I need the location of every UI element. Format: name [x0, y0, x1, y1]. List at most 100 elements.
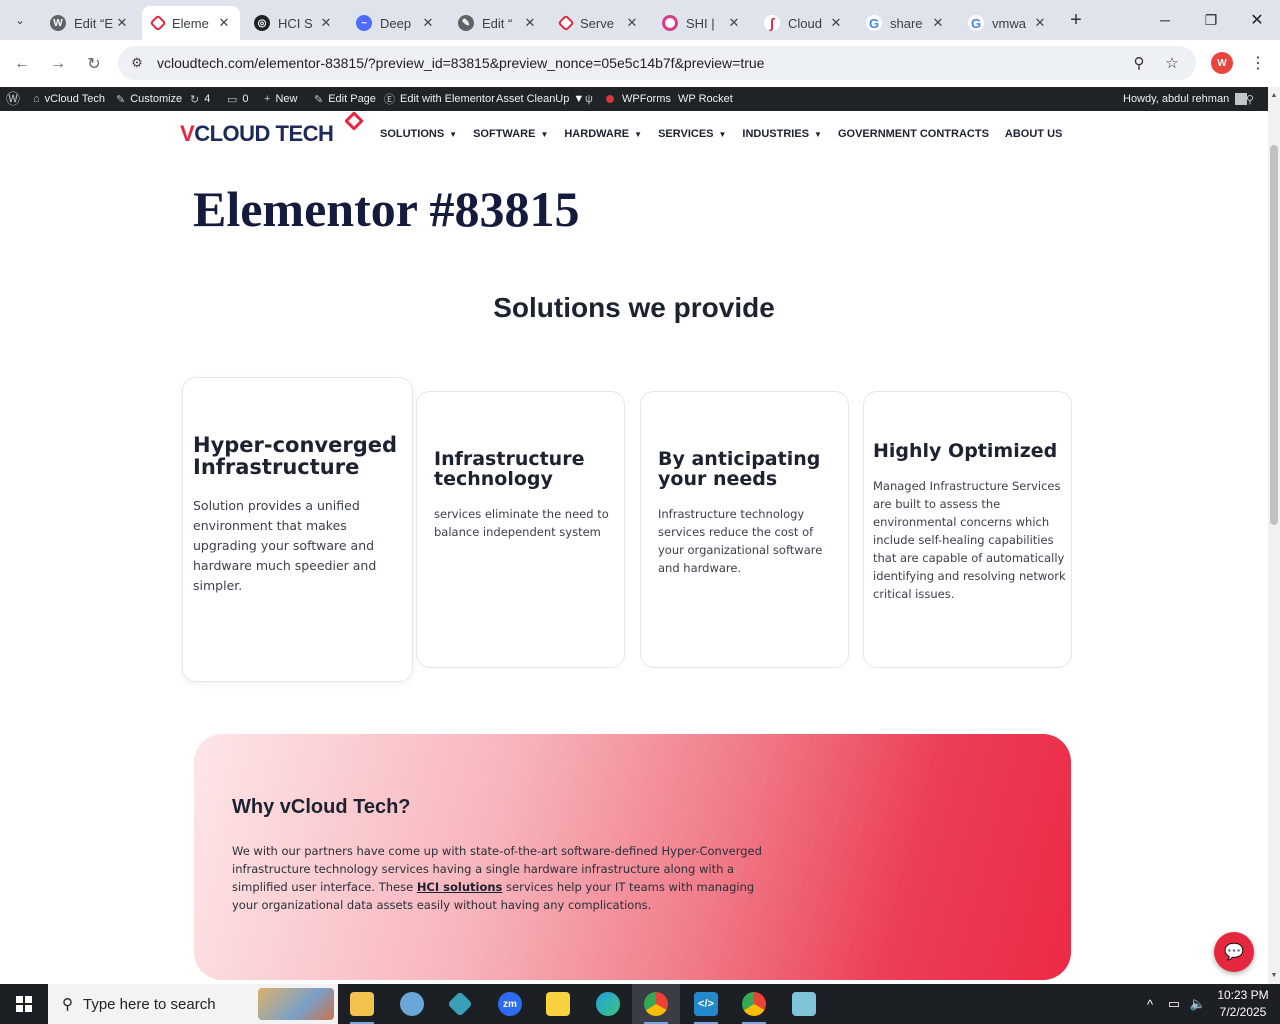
tab-search-chevron-icon[interactable]: ⌄ — [8, 8, 32, 32]
chrome-icon[interactable] — [730, 984, 778, 1024]
site-info-icon[interactable]: ⚙ — [128, 54, 146, 72]
browser-tab[interactable]: ◎ HCI S ✕ — [244, 6, 342, 40]
browser-tab[interactable]: G vmwa ✕ — [958, 6, 1056, 40]
site-logo[interactable]: V CLOUD TECH — [180, 120, 334, 148]
file-explorer-icon[interactable] — [338, 984, 386, 1024]
notepad-icon[interactable] — [780, 984, 828, 1024]
close-icon[interactable]: ✕ — [318, 15, 334, 31]
admin-wpforms-link[interactable]: WPForms — [606, 87, 671, 111]
scroll-thumb[interactable] — [1270, 145, 1278, 525]
wordpress-icon: W — [50, 15, 66, 31]
network-icon[interactable]: ▭ — [1164, 984, 1184, 1024]
admin-customize-link[interactable]: ✎ Customize — [116, 87, 182, 111]
browser-tab[interactable]: ~ Deep ✕ — [346, 6, 444, 40]
edge-icon[interactable] — [584, 984, 632, 1024]
close-icon[interactable]: ✕ — [420, 15, 436, 31]
admin-comments-link[interactable]: ▭ 0 — [227, 87, 249, 111]
address-bar[interactable]: ⚙ vcloudtech.com/elementor-83815/?previe… — [118, 46, 1196, 80]
browser-tab[interactable]: ∫ Cloud ✕ — [754, 6, 852, 40]
zoom-icon[interactable]: ⚲ — [1129, 53, 1149, 73]
close-icon[interactable]: ✕ — [114, 15, 130, 31]
tab-title: Eleme — [172, 15, 209, 31]
vscode-icon[interactable]: </> — [682, 984, 730, 1024]
admin-updates-link[interactable]: ↻ 4 — [190, 87, 210, 111]
start-button[interactable] — [0, 984, 48, 1024]
nav-item-software[interactable]: SOFTWARE ▼ — [473, 128, 548, 140]
page-scrollbar[interactable]: ▲ ▼ — [1268, 87, 1280, 984]
nav-item-about-us[interactable]: ABOUT US — [1005, 128, 1062, 140]
browser-tab[interactable]: Serve ✕ — [550, 6, 648, 40]
restore-icon[interactable]: ❐ — [1188, 0, 1234, 40]
nav-item-solutions[interactable]: SOLUTIONS ▼ — [380, 128, 457, 140]
caret-down-icon: ▼ — [814, 129, 822, 139]
admin-edit-elementor-link[interactable]: Ⓔ Edit with Elementor — [384, 87, 495, 111]
nav-item-services[interactable]: SERVICES ▼ — [658, 128, 726, 140]
admin-account-link[interactable]: Howdy, abdul rehman — [1123, 87, 1248, 111]
menu-kebab-icon[interactable]: ⋮ — [1250, 52, 1266, 74]
nav-item-government-contracts[interactable]: GOVERNMENT CONTRACTS — [838, 128, 989, 140]
updates-icon: ↻ — [190, 93, 200, 106]
new-tab-button[interactable]: + — [1065, 9, 1087, 31]
app-cube-icon[interactable] — [436, 984, 484, 1024]
bookmark-star-icon[interactable]: ☆ — [1162, 53, 1182, 73]
site-header: V CLOUD TECH SOLUTIONS ▼ SOFTWARE ▼ HARDWAR… — [0, 111, 1268, 157]
close-icon[interactable]: ✕ — [726, 15, 742, 31]
hci-solutions-link[interactable]: HCI solutions — [417, 880, 503, 894]
close-icon[interactable]: ✕ — [828, 15, 844, 31]
nav-item-hardware[interactable]: HARDWARE ▼ — [564, 128, 642, 140]
close-window-icon[interactable]: ✕ — [1234, 0, 1280, 40]
elementor-icon: Ⓔ — [384, 94, 395, 106]
tray-chevron-icon[interactable]: ^ — [1140, 984, 1160, 1024]
windows-taskbar: ⚲ Type here to search zm </> ^ ▭ 🔈 10:23… — [0, 984, 1280, 1024]
admin-site-link[interactable]: ⌂ vCloud Tech — [33, 87, 105, 111]
zoom-app-icon[interactable]: zm — [486, 984, 534, 1024]
back-icon[interactable]: ← — [10, 52, 34, 76]
admin-search-icon[interactable]: ⚲ — [1246, 87, 1259, 111]
taskbar-search-box[interactable]: ⚲ Type here to search — [48, 984, 338, 1024]
chrome-icon[interactable] — [632, 984, 680, 1024]
search-placeholder: Type here to search — [83, 995, 216, 1013]
url-text[interactable]: vcloudtech.com/elementor-83815/?preview_… — [157, 55, 764, 71]
browser-tab-active[interactable]: Eleme ✕ — [142, 6, 240, 40]
card-text: Solution provides a unified environment … — [193, 498, 377, 593]
status-dot-icon — [606, 95, 614, 103]
taskbar-clock[interactable]: 10:23 PM 7/2/2025 — [1208, 987, 1278, 1021]
admin-wp-rocket-link[interactable]: WP Rocket — [678, 87, 733, 111]
admin-yoast-icon[interactable]: ψ — [585, 87, 598, 111]
minimize-icon[interactable]: ─ — [1142, 0, 1188, 40]
close-icon[interactable]: ✕ — [522, 15, 538, 31]
solution-card[interactable]: Highly Optimized Managed Infrastructure … — [863, 391, 1072, 668]
wordpress-logo-icon[interactable]: Ⓦ — [6, 87, 25, 111]
browser-tab[interactable]: G share ✕ — [856, 6, 954, 40]
close-icon[interactable]: ✕ — [930, 15, 946, 31]
close-icon[interactable]: ✕ — [1032, 15, 1048, 31]
browser-tab[interactable]: SHI | ✕ — [652, 6, 750, 40]
close-icon[interactable]: ✕ — [624, 15, 640, 31]
scroll-up-icon[interactable]: ▲ — [1268, 89, 1280, 101]
scroll-down-icon[interactable]: ▼ — [1268, 969, 1280, 981]
reload-icon[interactable]: ↻ — [82, 52, 106, 76]
vcloud-icon — [557, 14, 575, 32]
solution-card[interactable]: Hyper-converged Infrastructure Solution … — [182, 377, 413, 682]
home-icon: ⌂ — [33, 93, 40, 105]
close-icon[interactable]: ✕ — [216, 15, 232, 31]
tab-title: HCI S — [278, 15, 313, 31]
tab-title: vmwa — [992, 15, 1026, 31]
admin-new-link[interactable]: + New — [264, 87, 297, 111]
nav-item-industries[interactable]: INDUSTRIES ▼ — [742, 128, 822, 140]
admin-edit-page-link[interactable]: ✎ Edit Page — [314, 87, 376, 111]
browser-tab[interactable]: ✎ Edit “ ✕ — [448, 6, 546, 40]
solution-card[interactable]: By anticipating your needs Infrastructur… — [640, 391, 849, 668]
paint-icon[interactable] — [388, 984, 436, 1024]
card-text: Managed Infrastructure Services are buil… — [873, 479, 1066, 601]
why-title: Why vCloud Tech? — [232, 796, 411, 818]
tab-title: Edit “E — [74, 15, 114, 31]
volume-icon[interactable]: 🔈 — [1188, 984, 1208, 1024]
sticky-notes-icon[interactable] — [534, 984, 582, 1024]
solution-card[interactable]: Infrastructure technology services elimi… — [416, 391, 625, 668]
chat-icon[interactable]: 💬 — [1214, 932, 1254, 972]
profile-avatar[interactable]: W — [1211, 52, 1233, 74]
admin-asset-cleanup-link[interactable]: Asset CleanUp ▼ — [496, 87, 589, 111]
browser-tab[interactable]: W Edit “E ✕ — [40, 6, 138, 40]
forward-icon[interactable]: → — [46, 52, 70, 76]
